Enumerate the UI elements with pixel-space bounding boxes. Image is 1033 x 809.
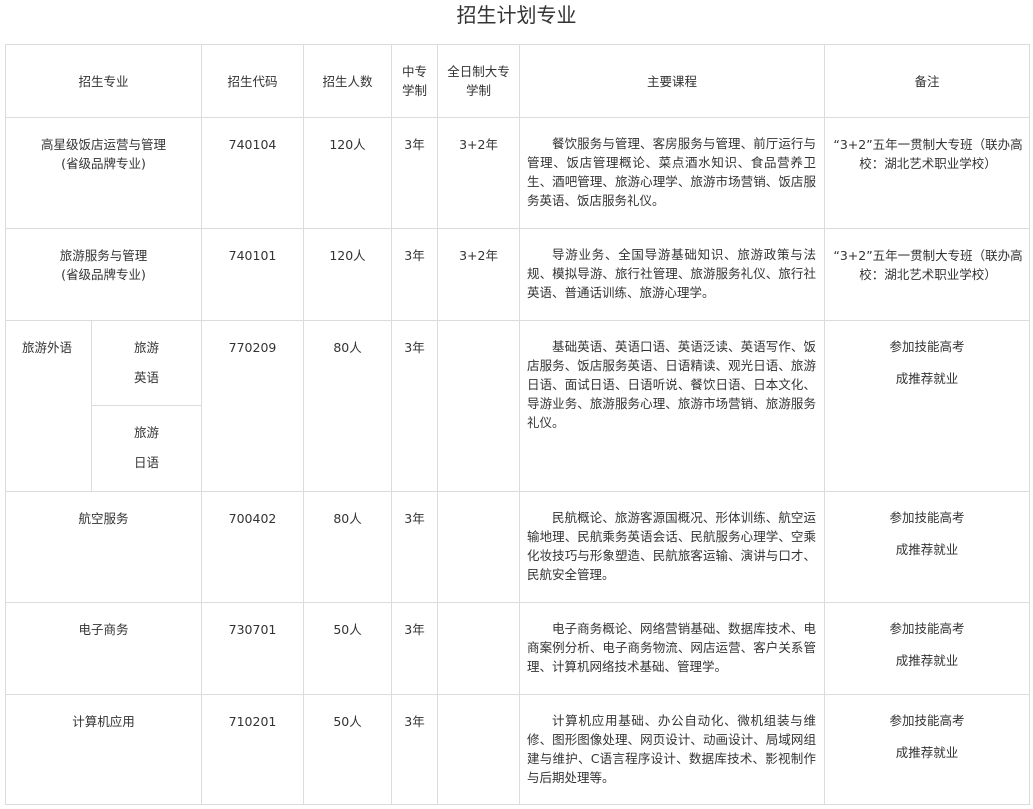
major-cell: 电子商务 bbox=[4, 602, 203, 695]
major-cell: 航空服务 bbox=[4, 491, 203, 603]
table-header-row: 招生专业 招生代码 招生人数 中专 学制 全日制大专 学制 主要课程 备注 bbox=[4, 44, 1031, 118]
note-line1: 参加技能高考 bbox=[889, 339, 965, 354]
note-line1: 参加技能高考 bbox=[889, 510, 965, 525]
sub-major-japanese: 旅游 日语 bbox=[90, 405, 203, 492]
major-tag: (省级品牌专业) bbox=[61, 267, 146, 282]
table-row: 电子商务 730701 50人 3年 电子商务概论、网络营销基础、数据库技术、电… bbox=[4, 602, 1031, 695]
dazhuan-cell bbox=[437, 491, 521, 603]
note-cell: “3+2”五年一贯制大专班（联办高校：湖北艺术职业学校） bbox=[824, 228, 1031, 321]
note-line2: 成推荐就业 bbox=[895, 653, 959, 668]
count-cell: 80人 bbox=[303, 491, 393, 603]
note-cell: 参加技能高考 成推荐就业 bbox=[824, 320, 1031, 492]
code-cell: 700402 bbox=[201, 491, 305, 603]
note-cell: “3+2”五年一贯制大专班（联办高校：湖北艺术职业学校） bbox=[824, 117, 1031, 229]
courses-cell: 餐饮服务与管理、客房服务与管理、前厅运行与管理、饭店管理概论、菜点酒水知识、食品… bbox=[519, 117, 826, 229]
zhongzhuan-cell: 3年 bbox=[391, 320, 439, 492]
header-dazhuan-line1: 全日制大专 bbox=[447, 64, 510, 79]
note-line2: 成推荐就业 bbox=[895, 745, 959, 760]
major-name: 旅游服务与管理 bbox=[59, 248, 148, 263]
major-cell: 计算机应用 bbox=[4, 694, 203, 805]
sub-major-line1: 旅游 bbox=[134, 425, 160, 440]
major-cell: 旅游服务与管理 (省级品牌专业) bbox=[4, 228, 203, 321]
courses-cell: 民航概论、旅游客源国概况、形体训练、航空运输地理、民航乘务英语会话、民航服务心理… bbox=[519, 491, 826, 603]
zhongzhuan-cell: 3年 bbox=[391, 117, 439, 229]
courses-cell: 计算机应用基础、办公自动化、微机组装与维修、图形图像处理、网页设计、动画设计、局… bbox=[519, 694, 826, 805]
note-cell: 参加技能高考 成推荐就业 bbox=[824, 602, 1031, 695]
table-row: 旅游外语 旅游 英语 770209 80人 3年 基础英语、英语口语、英语泛读、… bbox=[5, 320, 1031, 492]
courses-cell: 电子商务概论、网络营销基础、数据库技术、电商案例分析、电子商务物流、网店运营、客… bbox=[519, 602, 826, 695]
code-cell: 770209 bbox=[201, 320, 305, 492]
sub-major-line2: 英语 bbox=[134, 370, 160, 385]
code-cell: 730701 bbox=[201, 602, 305, 695]
header-count: 招生人数 bbox=[303, 44, 393, 118]
enrollment-plan-table: 招生专业 招生代码 招生人数 中专 学制 全日制大专 学制 主要课程 备注 高星… bbox=[4, 44, 1031, 805]
code-cell: 740101 bbox=[201, 228, 305, 321]
code-cell: 740104 bbox=[201, 117, 305, 229]
code-cell: 710201 bbox=[201, 694, 305, 805]
count-cell: 50人 bbox=[303, 602, 393, 695]
header-code: 招生代码 bbox=[201, 44, 305, 118]
count-cell: 80人 bbox=[303, 320, 393, 492]
header-zhongzhuan-duration: 中专 学制 bbox=[391, 44, 439, 118]
dazhuan-cell: 3+2年 bbox=[437, 228, 521, 321]
header-major: 招生专业 bbox=[4, 44, 203, 118]
table-row: 旅游服务与管理 (省级品牌专业) 740101 120人 3年 3+2年 导游业… bbox=[4, 228, 1031, 321]
courses-cell: 导游业务、全国导游基础知识、旅游政策与法规、模拟导游、旅行社管理、旅游服务礼仪、… bbox=[519, 228, 826, 321]
sub-major-line2: 日语 bbox=[134, 455, 160, 470]
table-row: 高星级饭店运营与管理 (省级品牌专业) 740104 120人 3年 3+2年 … bbox=[4, 117, 1031, 229]
major-cell: 高星级饭店运营与管理 (省级品牌专业) bbox=[4, 117, 203, 229]
header-zhongzhuan-line2: 学制 bbox=[402, 83, 428, 98]
note-cell: 参加技能高考 成推荐就业 bbox=[824, 694, 1031, 805]
major-group-cell: 旅游外语 bbox=[5, 320, 92, 492]
header-courses: 主要课程 bbox=[519, 44, 826, 118]
header-dazhuan-duration: 全日制大专 学制 bbox=[437, 44, 521, 118]
zhongzhuan-cell: 3年 bbox=[391, 491, 439, 603]
header-zhongzhuan-line1: 中专 bbox=[402, 64, 428, 79]
dazhuan-cell bbox=[437, 694, 521, 805]
sub-major-line1: 旅游 bbox=[134, 340, 160, 355]
count-cell: 50人 bbox=[303, 694, 393, 805]
header-dazhuan-line2: 学制 bbox=[466, 83, 492, 98]
table-row: 计算机应用 710201 50人 3年 计算机应用基础、办公自动化、微机组装与维… bbox=[4, 694, 1031, 805]
sub-major-english: 旅游 英语 bbox=[90, 320, 203, 406]
count-cell: 120人 bbox=[303, 228, 393, 321]
zhongzhuan-cell: 3年 bbox=[391, 694, 439, 805]
major-tag: (省级品牌专业) bbox=[61, 156, 146, 171]
dazhuan-cell: 3+2年 bbox=[437, 117, 521, 229]
note-line1: 参加技能高考 bbox=[889, 713, 965, 728]
dazhuan-cell bbox=[437, 320, 521, 492]
zhongzhuan-cell: 3年 bbox=[391, 602, 439, 695]
courses-cell: 基础英语、英语口语、英语泛读、英语写作、饭店服务、饭店服务英语、日语精读、观光日… bbox=[519, 320, 826, 492]
note-line2: 成推荐就业 bbox=[895, 542, 959, 557]
dazhuan-cell bbox=[437, 602, 521, 695]
count-cell: 120人 bbox=[303, 117, 393, 229]
zhongzhuan-cell: 3年 bbox=[391, 228, 439, 321]
major-name: 高星级饭店运营与管理 bbox=[41, 137, 167, 152]
table-row: 航空服务 700402 80人 3年 民航概论、旅游客源国概况、形体训练、航空运… bbox=[4, 491, 1031, 603]
note-line2: 成推荐就业 bbox=[895, 371, 959, 386]
page-title: 招生计划专业 bbox=[456, 3, 577, 27]
header-note: 备注 bbox=[824, 44, 1031, 118]
note-cell: 参加技能高考 成推荐就业 bbox=[824, 491, 1031, 603]
note-line1: 参加技能高考 bbox=[889, 621, 965, 636]
